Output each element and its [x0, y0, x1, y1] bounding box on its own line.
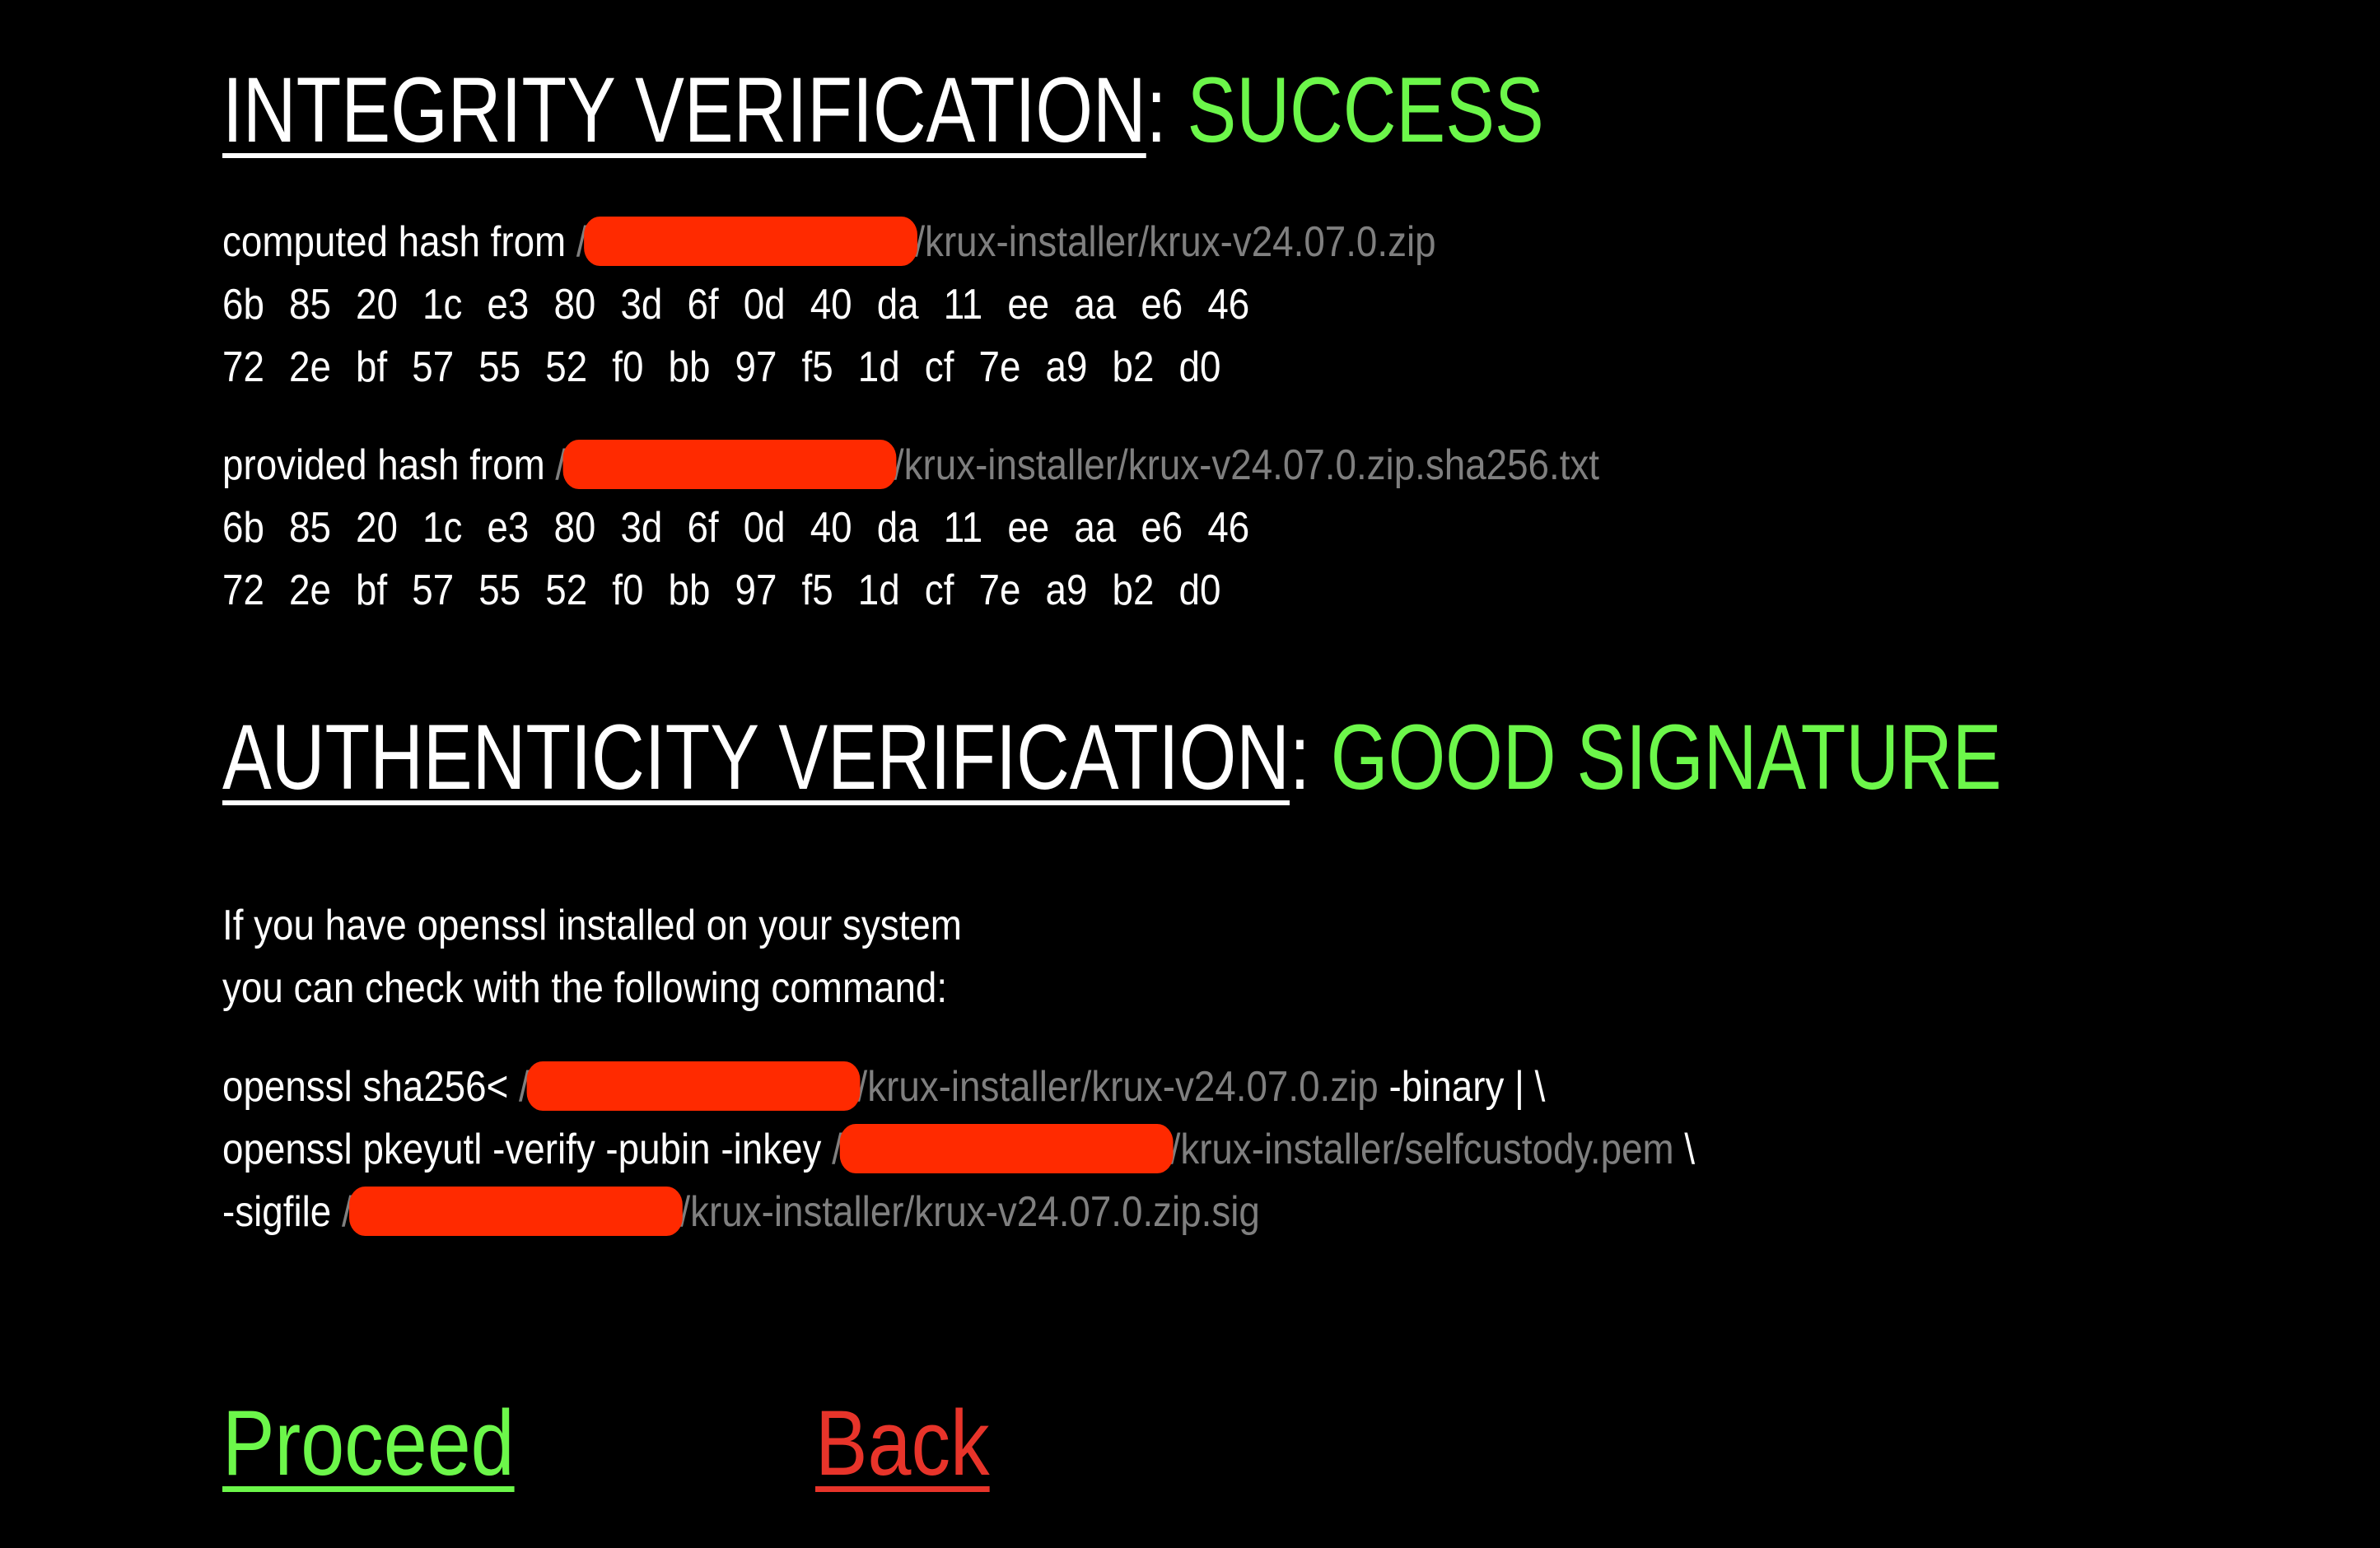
command-line-3-prefix: -sigfile — [222, 1188, 332, 1236]
redaction-box — [526, 1061, 861, 1112]
integrity-status: SUCCESS — [1187, 58, 1544, 161]
proceed-button[interactable]: Proceed — [222, 1390, 515, 1497]
provided-hash-label: provided hash from — [222, 441, 545, 489]
redaction-box — [839, 1124, 1174, 1174]
command-line-2-prefix: openssl pkeyutl -verify -pubin -inkey — [222, 1126, 822, 1173]
command-line-1-prefix: openssl sha256< — [222, 1063, 509, 1111]
back-button[interactable]: Back — [815, 1390, 990, 1497]
computed-hash-label: computed hash from — [222, 218, 567, 266]
command-line-3: -sigfile //krux-installer/krux-v24.07.0.… — [222, 1187, 1260, 1239]
redaction-box — [584, 217, 917, 267]
computed-hash-source: computed hash from //krux-installer/krux… — [222, 217, 1436, 269]
instructions-line-1: If you have openssl installed on your sy… — [222, 902, 962, 949]
command-line-2-path-suffix: /krux-installer/selfcustody.pem — [1169, 1126, 1674, 1173]
computed-hash-line-1: 6b 85 20 1c e3 80 3d 6f 0d 40 da 11 ee a… — [222, 281, 1250, 329]
authenticity-title: AUTHENTICITY VERIFICATION — [222, 706, 1290, 809]
computed-hash-line-2: 72 2e bf 57 55 52 f0 bb 97 f5 1d cf 7e a… — [222, 343, 1221, 391]
redaction-box — [562, 440, 897, 490]
integrity-separator: : — [1146, 58, 1167, 161]
provided-hash-line-2: 72 2e bf 57 55 52 f0 bb 97 f5 1d cf 7e a… — [222, 567, 1221, 614]
integrity-heading: INTEGRITY VERIFICATION: SUCCESS — [222, 64, 1544, 156]
redaction-box — [349, 1187, 683, 1237]
authenticity-status: GOOD SIGNATURE — [1330, 706, 2002, 809]
command-line-3-path-suffix: /krux-installer/krux-v24.07.0.zip.sig — [679, 1188, 1260, 1236]
provided-hash-source: provided hash from //krux-installer/krux… — [222, 440, 1600, 492]
command-line-2-suffix: \ — [1684, 1126, 1696, 1173]
command-line-2: openssl pkeyutl -verify -pubin -inkey / /… — [222, 1124, 1696, 1177]
command-line-1-suffix: -binary | \ — [1388, 1063, 1546, 1111]
command-line-1-path-suffix: /krux-installer/krux-v24.07.0.zip — [856, 1063, 1379, 1111]
authenticity-heading: AUTHENTICITY VERIFICATION: GOOD SIGNATUR… — [222, 711, 2002, 804]
computed-path-suffix: /krux-installer/krux-v24.07.0.zip — [914, 218, 1436, 266]
authenticity-separator: : — [1289, 706, 1310, 809]
command-line-1: openssl sha256< //krux-installer/krux-v2… — [222, 1061, 1546, 1114]
provided-path-suffix: /krux-installer/krux-v24.07.0.zip.sha256… — [893, 441, 1600, 489]
instructions-line-2: you can check with the following command… — [222, 964, 948, 1012]
provided-hash-line-1: 6b 85 20 1c e3 80 3d 6f 0d 40 da 11 ee a… — [222, 504, 1250, 552]
integrity-title: INTEGRITY VERIFICATION — [222, 58, 1146, 161]
